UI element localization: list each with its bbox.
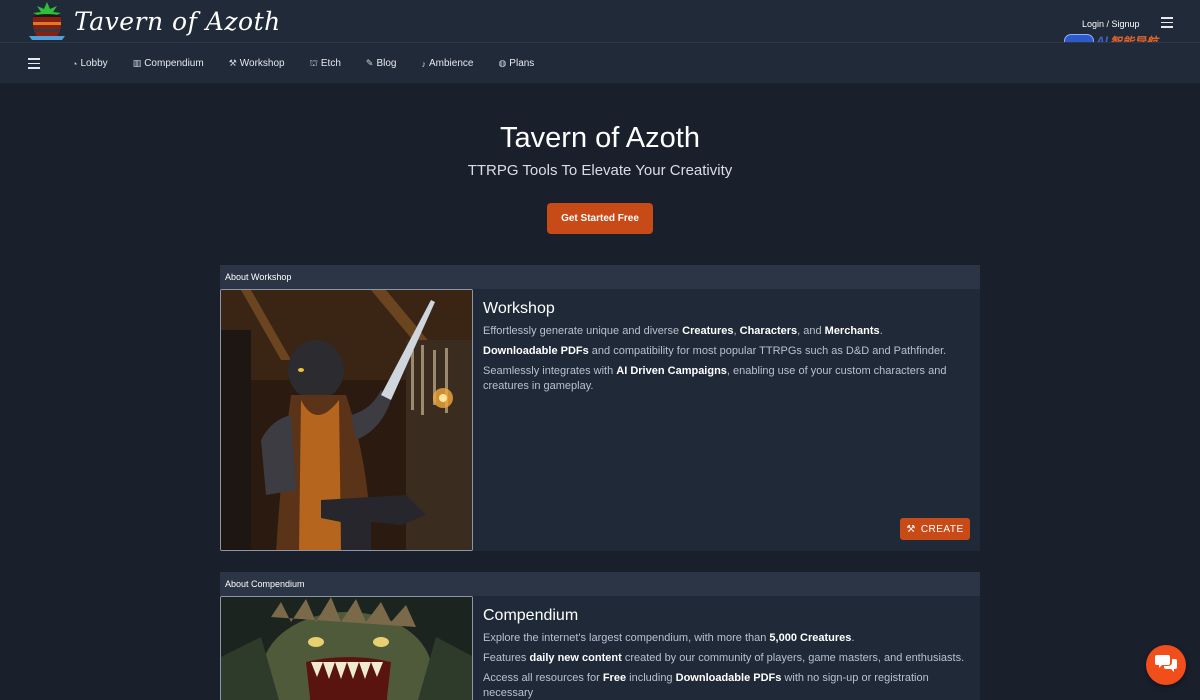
nav-item-label: Ambience — [428, 58, 474, 69]
compendium-paragraph-2: Features daily new content created by ou… — [483, 651, 973, 666]
menu-line — [28, 67, 40, 69]
create-label: CREATE — [920, 523, 964, 535]
keyword-downloadable-pdfs: Downloadable PDFs — [483, 345, 589, 357]
nav-item-compendium[interactable]: ▥ Compendium — [133, 58, 204, 69]
keyword-creatures: Creatures — [682, 325, 734, 337]
chat-bubbles-icon — [1155, 653, 1177, 678]
nav-item-label: Plans — [509, 58, 535, 69]
text: Seamlessly integrates with — [483, 365, 617, 377]
music-icon: ♪ — [421, 58, 426, 69]
workshop-paragraph-2: Downloadable PDFs and compatibility for … — [483, 344, 973, 359]
section-header-workshop: About Workshop — [220, 265, 980, 289]
hammer-icon: ⚒ — [906, 523, 916, 535]
keyword-characters: Characters — [739, 325, 798, 337]
workshop-paragraph-1: Effortlessly generate unique and diverse… — [483, 324, 973, 339]
login-signup-link[interactable]: Login / Signup — [1082, 19, 1140, 29]
top-menu-button[interactable] — [1161, 17, 1173, 28]
cauldron-logo-icon — [24, 0, 70, 42]
nav-item-label: Etch — [320, 58, 341, 69]
workshop-content: Workshop Effortlessly generate unique an… — [483, 289, 973, 399]
nav-item-label: Workshop — [239, 58, 285, 69]
keyword-ai-campaigns: AI Driven Campaigns — [616, 365, 727, 377]
text: Explore the internet's largest compendiu… — [483, 632, 770, 644]
workshop-illustration — [220, 289, 473, 551]
nav-item-lobby[interactable]: ◔ Lobby — [72, 58, 108, 69]
text: Features — [483, 652, 530, 664]
menu-line — [28, 62, 40, 64]
nav-item-workshop[interactable]: ⚒ Workshop — [229, 58, 285, 69]
text: and compatibility for most popular TTRPG… — [588, 345, 947, 357]
nav-item-ambience[interactable]: ♪ Ambience — [421, 58, 473, 69]
compendium-paragraph-1: Explore the internet's largest compendiu… — [483, 631, 973, 646]
nav-item-label: Lobby — [80, 58, 108, 69]
text: Effortlessly generate unique and diverse — [483, 325, 683, 337]
create-button[interactable]: ⚒ CREATE — [900, 518, 970, 540]
compendium-illustration — [220, 596, 473, 700]
chat-button[interactable] — [1146, 645, 1186, 685]
coin-icon: ◍ — [498, 58, 507, 68]
keyword-merchants: Merchants — [824, 325, 880, 337]
compendium-heading: Compendium — [483, 607, 579, 624]
hero-subtitle: TTRPG Tools To Elevate Your Creativity — [467, 162, 733, 179]
section-header-compendium: About Compendium — [220, 572, 980, 596]
text: Access all resources for — [483, 672, 603, 684]
sidebar-toggle-button[interactable] — [28, 58, 40, 69]
menu-line — [1161, 26, 1173, 28]
compendium-panel: Compendium Explore the internet's larges… — [220, 596, 980, 700]
logo-text: Tavern of Azoth — [74, 6, 281, 36]
nav-item-etch[interactable]: ⛫ Etch — [310, 58, 341, 70]
menu-line — [28, 58, 40, 60]
menu-line — [1161, 21, 1173, 23]
top-bar: Tavern of Azoth Login / Signup — [0, 0, 1200, 42]
keyword-creature-count: 5,000 Creatures — [769, 632, 852, 644]
hero-title: Tavern of Azoth — [500, 122, 700, 154]
etch-icon: ⛫ — [309, 57, 318, 68]
get-started-button[interactable]: Get Started Free — [547, 203, 653, 234]
keyword-free: Free — [602, 672, 627, 684]
menu-line — [1161, 17, 1173, 19]
nav-item-blog[interactable]: ✎ Blog — [366, 58, 397, 69]
quill-icon: ✎ — [365, 58, 374, 68]
logo[interactable]: Tavern of Azoth — [24, 0, 281, 42]
compendium-paragraph-3: Access all resources for Free including … — [483, 671, 973, 700]
text: . — [851, 632, 855, 644]
nav-item-plans[interactable]: ◍ Plans — [498, 58, 534, 69]
nav-item-label: Blog — [376, 58, 397, 69]
lobby-icon: ◔ — [72, 58, 78, 69]
text: , and — [797, 325, 825, 337]
workshop-paragraph-3: Seamlessly integrates with AI Driven Cam… — [483, 364, 973, 394]
nav-item-label: Compendium — [144, 58, 204, 69]
keyword-downloadable-pdfs: Downloadable PDFs — [675, 672, 782, 684]
book-icon: ▥ — [132, 58, 142, 68]
nav-bar: ◔ Lobby ▥ Compendium ⚒ Workshop ⛫ Etch ✎… — [0, 42, 1200, 83]
hammer-icon: ⚒ — [228, 58, 237, 68]
text: . — [879, 325, 883, 337]
nav-items: ◔ Lobby ▥ Compendium ⚒ Workshop ⛫ Etch ✎… — [72, 43, 559, 84]
workshop-panel: Workshop Effortlessly generate unique an… — [220, 289, 980, 551]
keyword-daily-content: daily new content — [529, 652, 622, 664]
workshop-heading: Workshop — [483, 300, 555, 317]
compendium-content: Compendium Explore the internet's larges… — [483, 596, 973, 700]
text: created by our community of players, gam… — [621, 652, 965, 664]
text: including — [626, 672, 676, 684]
